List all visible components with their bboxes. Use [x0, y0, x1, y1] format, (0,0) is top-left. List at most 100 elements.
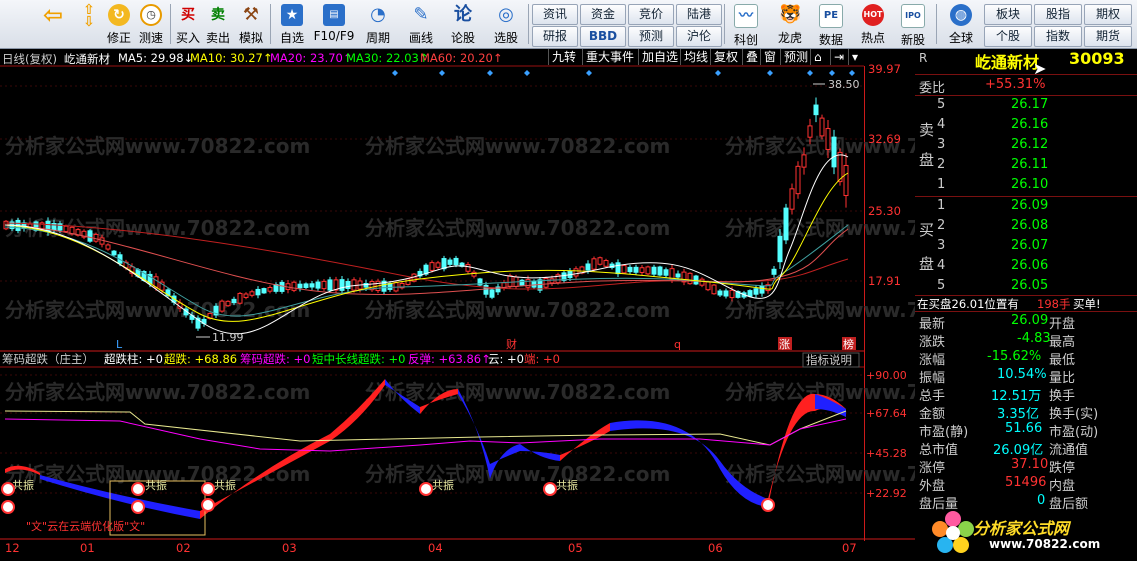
futures-button[interactable]: 期货	[1084, 26, 1132, 47]
price-axis-label: 39.97	[868, 62, 901, 76]
event-markers[interactable]	[392, 70, 855, 76]
candle-body	[603, 260, 609, 267]
candle-body	[93, 233, 99, 242]
marker-list[interactable]: 榜	[843, 337, 854, 351]
data-button[interactable]: PE 数据	[814, 2, 848, 47]
bbd-button[interactable]: BBD	[580, 26, 626, 47]
indicator-name[interactable]: 筹码超跌（庄主）	[2, 352, 94, 366]
marker-q[interactable]: q	[674, 338, 681, 351]
speed-test-button[interactable]: ◷ 测速	[136, 2, 166, 46]
select-stock-label: 选股	[493, 31, 518, 45]
sell-level: 3	[937, 137, 946, 152]
discuss-button[interactable]: 论 论股	[446, 2, 480, 46]
stat-value: 51496	[1005, 475, 1047, 490]
candle-body	[687, 272, 693, 285]
indicator-lines	[4, 410, 847, 452]
candle-body	[657, 266, 663, 276]
stat-value: 26.09亿	[993, 443, 1044, 458]
select-stock-button[interactable]: ◎ 选股	[486, 2, 526, 46]
candle-body	[315, 281, 321, 289]
candle-body	[453, 257, 459, 266]
simulate-button[interactable]: ⚒ 模拟	[236, 2, 266, 46]
favorites-button[interactable]: ★ 自选	[274, 2, 310, 46]
f10-button[interactable]: ▤ F10/F9	[312, 2, 356, 46]
stat-label: 市盈(静)	[919, 425, 969, 440]
watermark-text: 分析家公式网www.70822.com	[365, 298, 670, 322]
buy-level: 3	[937, 238, 946, 253]
queue-count: 198手	[1037, 297, 1071, 311]
draw-line-button[interactable]: ✎ 画线	[402, 2, 440, 46]
candle-body	[813, 104, 819, 116]
candle-body	[747, 290, 753, 297]
sector-button[interactable]: 板块	[984, 4, 1032, 25]
shanghai-london-button[interactable]: 沪伦	[676, 26, 722, 47]
logo-url: www.70822.com	[989, 537, 1101, 551]
up-down-button[interactable]: ⇧ ⇩	[76, 2, 102, 46]
stat-value: 37.10	[1011, 457, 1049, 472]
index-button[interactable]: 指数	[1034, 26, 1082, 47]
price-axis-label: 32.69	[868, 132, 901, 146]
chart-canvas[interactable]: 分析家公式网www.70822.com 分析家公式网www.70822.com …	[0, 49, 915, 561]
news-button[interactable]: 资讯	[532, 4, 578, 25]
buy-level: 5	[937, 278, 946, 293]
ipo-button[interactable]: IPO 新股	[896, 2, 930, 47]
candle-body	[621, 265, 627, 274]
watermark-text: 分析家公式网www.70822.com	[725, 216, 915, 240]
stat-label: 振幅	[919, 371, 946, 386]
marker-rise[interactable]: 涨	[779, 338, 790, 351]
stat-label: 总市值	[919, 443, 959, 458]
candle-body	[789, 188, 795, 210]
select-icon: ◎	[498, 4, 514, 25]
sell-price: 26.10	[1011, 177, 1049, 192]
period-button[interactable]: ◔ 周期	[358, 2, 398, 46]
stat-label: 涨停	[919, 461, 946, 476]
watermark-text: 分析家公式网www.70822.com	[5, 134, 310, 158]
research-button[interactable]: 研报	[532, 26, 578, 47]
hot-button[interactable]: HOT 热点	[856, 2, 890, 46]
funds-button[interactable]: 资金	[580, 4, 626, 25]
candle-body	[711, 284, 717, 295]
period-high-label: 38.50	[828, 78, 860, 91]
back-button[interactable]: ⇦	[38, 2, 68, 46]
sell-price: 26.17	[1011, 97, 1049, 112]
refresh-button[interactable]: ↻ 修正	[104, 2, 134, 46]
dragon-tiger-button[interactable]: 🐯 龙虎	[772, 2, 808, 46]
watermark-text: 分析家公式网www.70822.com	[365, 462, 670, 486]
candle-body	[303, 283, 309, 288]
sell-button[interactable]: 卖 卖出	[204, 2, 232, 46]
candle-body	[831, 136, 837, 168]
queue-action[interactable]: 买单!	[1073, 296, 1101, 312]
candle-body	[267, 286, 273, 292]
buy-price: 26.09	[1011, 198, 1049, 213]
up-down-arrow-icon: ⇧ ⇩	[83, 2, 95, 30]
marker-l[interactable]: L	[116, 338, 123, 351]
buy-level: 1	[937, 198, 946, 213]
individual-stock-button[interactable]: 个股	[984, 26, 1032, 47]
candle-body	[615, 262, 621, 275]
options-button[interactable]: 期权	[1084, 4, 1132, 25]
global-button[interactable]: ◍ 全球	[940, 2, 982, 46]
buy-level: 2	[937, 218, 946, 233]
discuss-icon: 论	[454, 4, 472, 25]
x-axis-label: 07	[842, 541, 857, 555]
stock-index-futures-button[interactable]: 股指	[1034, 4, 1082, 25]
candle-body	[645, 266, 651, 275]
marker-finance[interactable]: 财	[506, 337, 517, 351]
indicator-help-button[interactable]: 指标说明	[806, 353, 852, 367]
main-toolbar: ⇦ ⇧ ⇩ ↻ 修正 ◷ 测速 买 买入 卖 卖出 ⚒ 模拟 ★ 自选 ▤ F10…	[0, 0, 1137, 49]
candle-body	[405, 278, 411, 285]
star-market-button[interactable]: 〰 科创	[728, 2, 764, 47]
f10-icon: ▤	[323, 4, 345, 26]
hammer-icon: ⚒	[242, 4, 260, 25]
globe-icon: ◍	[950, 4, 972, 26]
forecast-button[interactable]: 预测	[628, 26, 674, 47]
buy-button[interactable]: 买 买入	[174, 2, 202, 46]
auction-button[interactable]: 竞价	[628, 4, 674, 25]
indicator-item-short-mid-long: 短中长线超跌: +0	[312, 352, 405, 366]
hk-connect-button[interactable]: 陆港	[676, 4, 722, 25]
candle-body	[231, 298, 237, 304]
pencil-icon: ✎	[413, 4, 429, 25]
stat-label: 外盘	[919, 479, 946, 494]
dragon-tiger-icon: 🐯	[779, 4, 802, 25]
x-axis-label: 02	[176, 541, 191, 555]
